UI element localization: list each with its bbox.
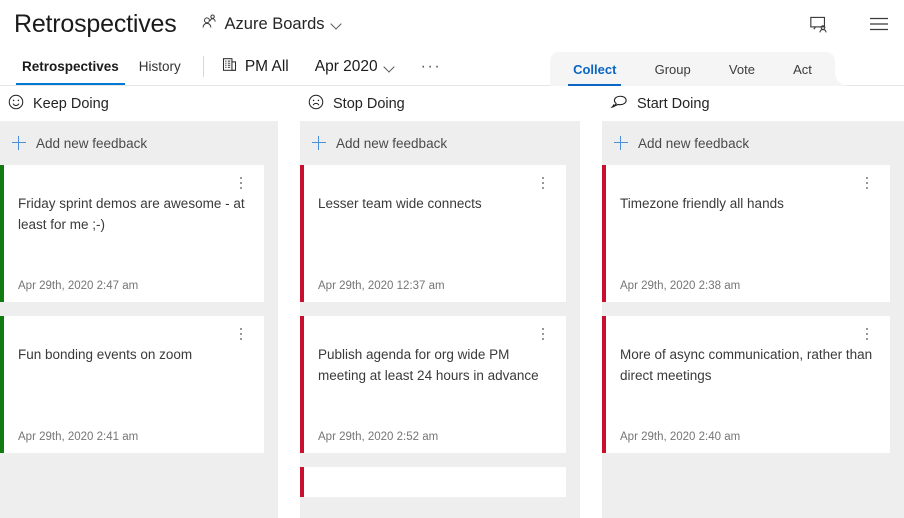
card-accent-bar: [300, 316, 304, 453]
plus-icon: [614, 136, 628, 150]
spacer: [620, 386, 874, 421]
feedback-board: Keep Doing Add new feedback Friday sprin…: [0, 87, 904, 518]
workflow-tab-group[interactable]: Group: [648, 52, 698, 86]
workflow-tab-act[interactable]: Act: [786, 52, 819, 86]
kebab-menu-icon[interactable]: [860, 326, 874, 342]
column-gap: [278, 87, 300, 518]
hub-name: Azure Boards: [225, 15, 325, 34]
spacer: [620, 214, 874, 270]
card-accent-bar: [300, 165, 304, 302]
team-name: PM All: [245, 58, 289, 76]
card-text: More of async communication, rather than…: [620, 344, 874, 386]
workflow-tab-collect-label: Collect: [573, 62, 616, 77]
date-label: Apr 2020: [315, 58, 378, 76]
card-list: Lesser team wide connects Apr 29th, 2020…: [300, 165, 580, 497]
column-body: Add new feedback Timezone friendly all h…: [602, 121, 904, 518]
tab-history-label: History: [139, 59, 181, 74]
feedback-card[interactable]: Lesser team wide connects Apr 29th, 2020…: [300, 165, 566, 302]
card-timestamp: Apr 29th, 2020 12:37 am: [318, 280, 550, 292]
board-column-start-doing: Start Doing Add new feedback Timezone fr…: [602, 87, 904, 518]
card-text: Fun bonding events on zoom: [18, 344, 248, 365]
present-to-audience-icon[interactable]: [804, 9, 834, 39]
card-accent-bar: [0, 165, 4, 302]
kebab-menu-icon[interactable]: [234, 175, 248, 191]
column-gap: [580, 87, 602, 518]
board-column-keep-doing: Keep Doing Add new feedback Friday sprin…: [0, 87, 278, 518]
plus-icon: [312, 136, 326, 150]
card-timestamp: Apr 29th, 2020 2:38 am: [620, 280, 874, 292]
card-text: Timezone friendly all hands: [620, 193, 874, 214]
people-icon: [201, 13, 218, 35]
smiley-sad-icon: [308, 94, 324, 115]
header-actions: [804, 0, 894, 48]
column-title: Start Doing: [637, 96, 710, 112]
column-body: Add new feedback Lesser team wide connec…: [300, 121, 580, 518]
speech-bubbles-icon: [610, 94, 628, 115]
feedback-card[interactable]: Friday sprint demos are awesome - at lea…: [0, 165, 264, 302]
feedback-card[interactable]: [300, 467, 566, 497]
column-title: Keep Doing: [33, 96, 109, 112]
top-header: Retrospectives Azure Boards: [0, 0, 904, 48]
card-accent-bar: [602, 165, 606, 302]
spacer: [318, 214, 550, 270]
card-accent-bar: [602, 316, 606, 453]
card-text: Friday sprint demos are awesome - at lea…: [18, 193, 248, 235]
workflow-tab-collect[interactable]: Collect: [566, 52, 623, 86]
feedback-card[interactable]: Fun bonding events on zoom Apr 29th, 202…: [0, 316, 264, 453]
add-feedback-button[interactable]: Add new feedback: [0, 121, 278, 165]
kebab-menu-icon[interactable]: [536, 175, 550, 191]
kebab-menu-icon[interactable]: [860, 175, 874, 191]
chevron-down-icon: [332, 19, 342, 29]
more-options-button[interactable]: ···: [417, 62, 445, 72]
add-feedback-button[interactable]: Add new feedback: [300, 121, 580, 165]
kebab-menu-icon[interactable]: [234, 326, 248, 342]
card-accent-bar: [0, 316, 4, 453]
column-header: Keep Doing: [0, 87, 278, 121]
add-feedback-label: Add new feedback: [36, 136, 147, 151]
column-title: Stop Doing: [333, 96, 405, 112]
add-feedback-label: Add new feedback: [638, 136, 749, 151]
chevron-down-icon: [385, 62, 395, 72]
spacer: [18, 365, 248, 421]
feedback-card[interactable]: Publish agenda for org wide PM meeting a…: [300, 316, 566, 453]
workflow-tab-vote[interactable]: Vote: [722, 52, 762, 86]
workflow-tab-group-label: Group: [655, 62, 691, 77]
card-timestamp: Apr 29th, 2020 2:41 am: [18, 431, 248, 443]
card-timestamp: Apr 29th, 2020 2:40 am: [620, 431, 874, 443]
spacer: [18, 235, 248, 270]
feedback-card[interactable]: Timezone friendly all hands Apr 29th, 20…: [602, 165, 890, 302]
hamburger-menu-icon[interactable]: [864, 9, 894, 39]
card-text: Publish agenda for org wide PM meeting a…: [318, 344, 550, 386]
column-body: Add new feedback Friday sprint demos are…: [0, 121, 278, 518]
team-grid-icon: [222, 57, 237, 77]
tab-retrospectives-label: Retrospectives: [22, 59, 119, 74]
spacer: [318, 386, 550, 421]
date-selector[interactable]: Apr 2020: [305, 58, 405, 76]
retrospectives-app: Retrospectives Azure Boards: [0, 0, 904, 518]
column-header: Stop Doing: [300, 87, 580, 121]
board-column-stop-doing: Stop Doing Add new feedback Lesser team …: [300, 87, 580, 518]
workflow-tab-vote-label: Vote: [729, 62, 755, 77]
plus-icon: [12, 136, 26, 150]
column-header: Start Doing: [602, 87, 904, 121]
card-list: Friday sprint demos are awesome - at lea…: [0, 165, 278, 453]
add-feedback-button[interactable]: Add new feedback: [602, 121, 904, 165]
team-selector[interactable]: PM All: [216, 57, 295, 77]
page-title: Retrospectives: [14, 10, 177, 38]
kebab-menu-icon[interactable]: [536, 326, 550, 342]
workflow-tabs: Collect Group Vote Act: [550, 52, 835, 86]
add-feedback-label: Add new feedback: [336, 136, 447, 151]
tab-retrospectives[interactable]: Retrospectives: [12, 48, 129, 85]
card-list: Timezone friendly all hands Apr 29th, 20…: [602, 165, 904, 453]
card-timestamp: Apr 29th, 2020 2:47 am: [18, 280, 248, 292]
smiley-happy-icon: [8, 94, 24, 115]
tab-history[interactable]: History: [129, 48, 191, 85]
card-text: Lesser team wide connects: [318, 193, 550, 214]
divider: [203, 56, 204, 77]
workflow-tab-act-label: Act: [793, 62, 812, 77]
card-accent-bar: [300, 467, 304, 497]
card-timestamp: Apr 29th, 2020 2:52 am: [318, 431, 550, 443]
hub-switcher[interactable]: Azure Boards: [201, 13, 342, 35]
feedback-card[interactable]: More of async communication, rather than…: [602, 316, 890, 453]
